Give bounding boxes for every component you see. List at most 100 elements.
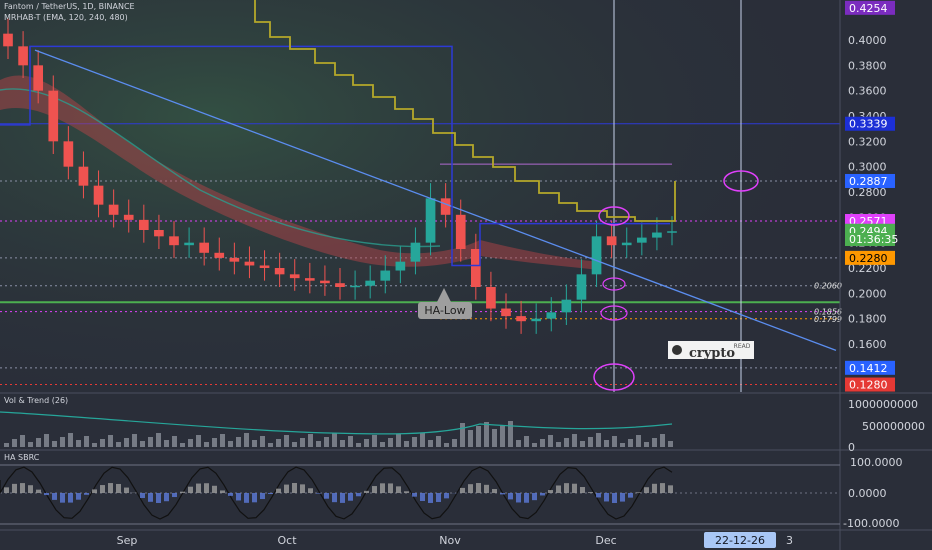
oscillator-bar (476, 483, 481, 493)
oscillator-bar (164, 493, 169, 502)
price-tick: 0.3800 (848, 59, 887, 72)
level-label: 0.2060 (814, 282, 842, 291)
volume-bar (572, 434, 577, 447)
oscillator-bar (148, 493, 153, 502)
volume-bar (236, 437, 241, 447)
candle-body (259, 265, 270, 268)
volume-bar (356, 443, 361, 447)
price-tick: 0.3600 (848, 85, 887, 98)
volume-pane-title[interactable]: Vol & Trend (26) (4, 396, 68, 405)
oscillator-bar (364, 490, 369, 493)
oscillator-bar (436, 493, 441, 502)
time-tick-dec: Dec (595, 534, 616, 547)
oscillator-bar (100, 485, 105, 493)
price-tick: 0.3000 (848, 161, 887, 174)
oscillator-bar (300, 484, 305, 493)
oscillator-bar (524, 493, 529, 503)
volume-bar (156, 433, 161, 447)
volume-bar (548, 435, 553, 447)
countdown-timer: 01:36:35 (849, 233, 898, 246)
price-tick: 0.3200 (848, 135, 887, 148)
volume-bar (348, 436, 353, 447)
oscillator-bar (20, 483, 25, 493)
trading-chart[interactable]: HA-Low READ crypto 0.20600.18560.1799 Fa… (0, 0, 932, 550)
oscillator-bar (28, 485, 33, 493)
symbol-legend[interactable]: Fantom / TetherUS, 1D, BINANCE (4, 2, 135, 11)
volume-bar (4, 443, 9, 447)
oscillator-bar (252, 493, 257, 503)
oscillator-bar (108, 483, 113, 493)
volume-bar (628, 439, 633, 447)
oscillator-bar (516, 493, 521, 503)
candle-body (229, 257, 240, 262)
candle-body (3, 33, 13, 47)
volume-bar (580, 441, 585, 447)
volume-bar (140, 441, 145, 447)
oscillator-bar (52, 493, 57, 500)
oscillator-bar (604, 493, 609, 502)
candle-body (546, 312, 557, 319)
oscillator-bar (220, 490, 225, 493)
volume-bar (388, 438, 393, 447)
svg-text:0: 0 (848, 441, 855, 454)
oscillator-bar (420, 493, 425, 501)
volume-bar (412, 437, 417, 447)
candle-body (93, 185, 104, 205)
svg-text:0.3339: 0.3339 (849, 118, 888, 131)
oscillator-pane-title[interactable]: HA SBRC (4, 453, 40, 462)
oscillator-bar (4, 487, 9, 493)
svg-text:1000000000: 1000000000 (848, 398, 918, 411)
volume-bar (76, 440, 81, 447)
candle-body (320, 280, 330, 284)
volume-bar (644, 442, 649, 447)
oscillator-bar (236, 493, 241, 501)
volume-bar (116, 442, 121, 447)
candle-body (621, 242, 632, 246)
oscillator-bar (284, 484, 289, 493)
candle-body (501, 308, 511, 317)
svg-text:-100.0000: -100.0000 (843, 517, 899, 530)
oscillator-bar (308, 488, 313, 493)
oscillator-bar (268, 493, 273, 494)
volume-bar (108, 435, 113, 447)
oscillator-bar (620, 493, 625, 502)
volume-bar (324, 437, 329, 447)
svg-text:3: 3 (786, 534, 793, 547)
volume-bar (284, 435, 289, 447)
oscillator-bar (460, 487, 465, 493)
candle-body (636, 237, 647, 243)
oscillator-bar (540, 493, 545, 496)
candle-body (108, 204, 119, 215)
oscillator-bar (484, 484, 489, 493)
volume-bar (436, 436, 441, 447)
volume-bar (172, 436, 177, 447)
oscillator-bar (244, 493, 249, 503)
oscillator-bar (228, 493, 233, 496)
oscillator-bar (588, 492, 593, 493)
oscillator-bar (156, 493, 161, 503)
volume-bar (220, 434, 225, 447)
candle-body (486, 287, 496, 309)
oscillator-bar (404, 491, 409, 493)
volume-bar (492, 429, 497, 447)
oscillator-bar (172, 493, 177, 498)
oscillator-bar (428, 493, 433, 503)
volume-bar (668, 441, 673, 447)
oscillator-bar (612, 493, 617, 503)
oscillator-bar (636, 492, 641, 493)
volume-bar (204, 442, 209, 447)
ha-low-label: HA-Low (424, 304, 465, 317)
watermark-logo: READ crypto (668, 341, 754, 361)
oscillator-bar (388, 483, 393, 493)
candle-body (18, 46, 28, 66)
price-tick: 0.1800 (848, 313, 887, 326)
candle-body (244, 261, 255, 266)
volume-bar (332, 433, 337, 447)
indicator-legend[interactable]: MRHAB-T (EMA, 120, 240, 480) (4, 13, 128, 22)
volume-bar (28, 442, 33, 447)
oscillator-bar (76, 493, 81, 500)
oscillator-bar (556, 485, 561, 493)
candle-body (516, 316, 526, 322)
candle-body (289, 274, 300, 279)
oscillator-bar (444, 493, 449, 499)
